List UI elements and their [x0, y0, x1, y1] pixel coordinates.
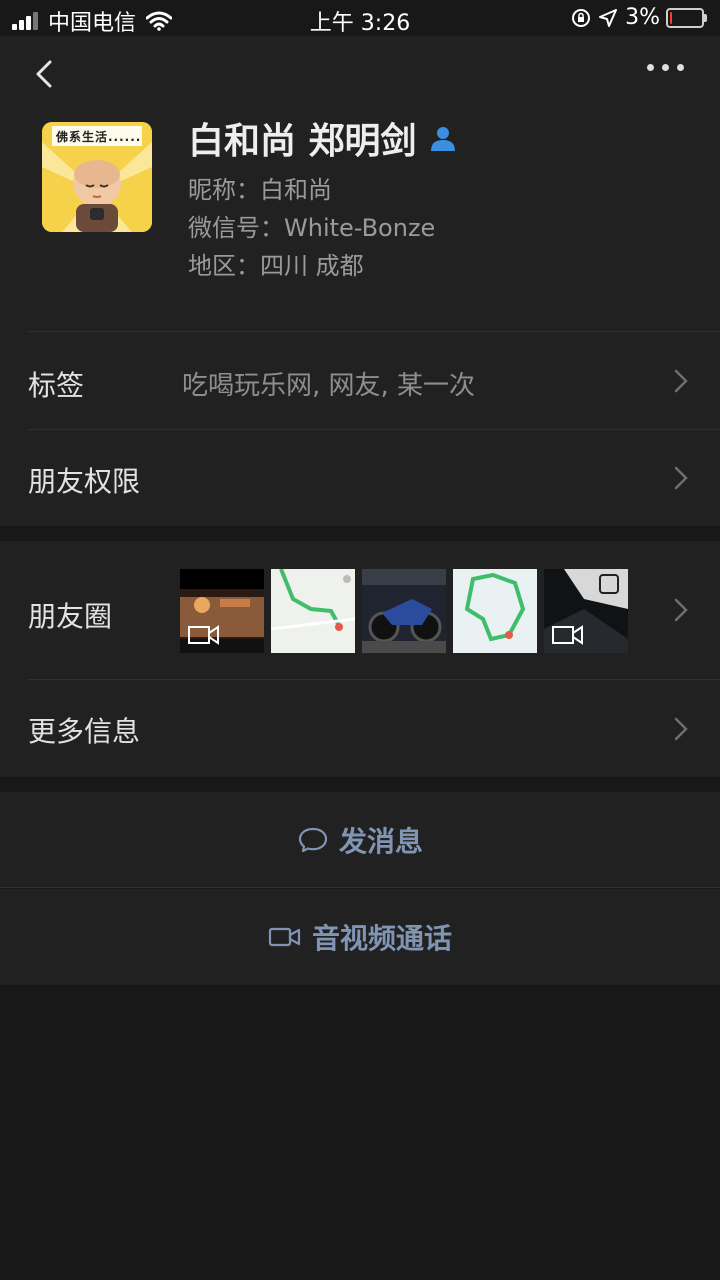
video-camera-icon [268, 927, 301, 947]
send-message-label: 发消息 [338, 825, 423, 858]
video-icon [188, 625, 219, 645]
name-row: 白和尚 郑明剑 [188, 112, 457, 164]
tags-label: 标签 [28, 369, 85, 402]
nickname-line: 昵称：白和尚 [188, 176, 332, 204]
moment-thumb-map-2[interactable] [453, 569, 537, 653]
profile-header: 佛系生活...... 白和尚 郑明剑 昵称：白和尚 微信号：White-Bonz… [0, 36, 720, 332]
chevron-right-icon [674, 598, 688, 622]
moments-row[interactable]: 朋友圈 [0, 541, 720, 679]
moment-thumb-video-dashboard[interactable] [544, 569, 628, 653]
tags-row[interactable]: 标签 吃喝玩乐网, 网友, 某一次 [0, 332, 720, 429]
chevron-right-icon [674, 717, 688, 741]
thumb-image [453, 569, 537, 653]
thumb-image [271, 569, 355, 653]
region-line: 地区：四川 成都 [188, 252, 364, 280]
user-icon [430, 127, 455, 151]
status-right: 3% [571, 5, 707, 30]
moments-label: 朋友圈 [28, 600, 113, 633]
thumb-image [362, 569, 446, 653]
divider [0, 887, 720, 888]
battery-percent: 3% [625, 5, 660, 30]
video-call-button[interactable]: 音视频通话 [0, 889, 720, 985]
wechat-id-line: 微信号：White-Bonze [188, 214, 436, 242]
back-icon[interactable] [28, 56, 64, 92]
permissions-label: 朋友权限 [28, 465, 141, 498]
more-info-label: 更多信息 [28, 715, 141, 748]
chevron-right-icon [674, 466, 688, 490]
moment-thumb-video-food[interactable] [180, 569, 264, 653]
avatar-caption: 佛系生活...... [56, 130, 142, 144]
moment-thumb-map-1[interactable] [271, 569, 355, 653]
moment-thumb-motorcycle[interactable] [362, 569, 446, 653]
more-info-row[interactable]: 更多信息 [0, 680, 720, 777]
send-message-button[interactable]: 发消息 [0, 792, 720, 888]
video-icon [552, 625, 583, 645]
video-call-label: 音视频通话 [311, 922, 452, 955]
moments-thumbnails [180, 569, 628, 653]
location-icon [599, 8, 618, 27]
display-name: 白和尚 郑明剑 [188, 121, 417, 162]
more-options-icon[interactable] [647, 64, 684, 71]
chat-bubble-icon [298, 827, 328, 853]
moments-section: 朋友圈 更多信息 [0, 541, 720, 777]
tags-permissions-section: 标签 吃喝玩乐网, 网友, 某一次 朋友权限 [0, 332, 720, 526]
permissions-row[interactable]: 朋友权限 [0, 430, 720, 526]
avatar[interactable]: 佛系生活...... [42, 122, 152, 232]
rotation-lock-icon [572, 8, 591, 27]
battery-icon [666, 7, 707, 28]
tags-value: 吃喝玩乐网, 网友, 某一次 [182, 371, 476, 401]
chevron-right-icon [674, 369, 688, 393]
status-bar: 中国电信 上午 3:26 3% [0, 0, 720, 36]
